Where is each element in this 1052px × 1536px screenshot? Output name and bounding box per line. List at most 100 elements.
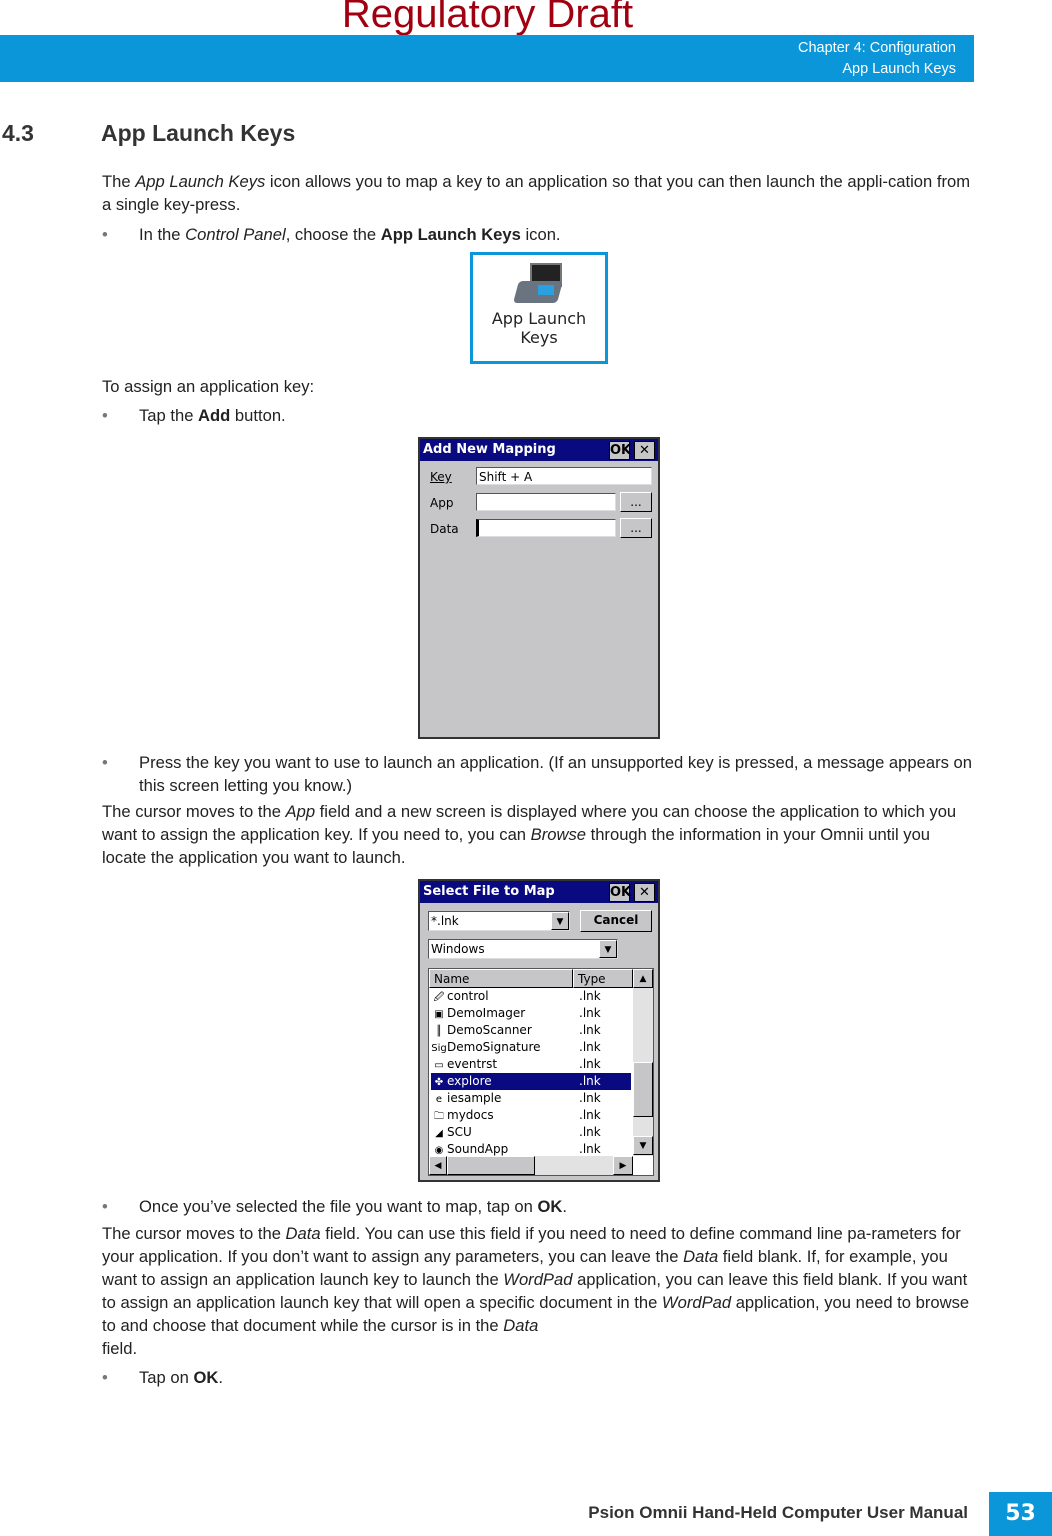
file-row[interactable]: SigDemoSignature .lnk: [431, 1039, 631, 1056]
hscroll-thumb[interactable]: [447, 1156, 535, 1175]
bullet: •: [102, 225, 108, 244]
text-segment: icon.: [520, 225, 561, 244]
file-row[interactable]: ▣ DemoImager .lnk: [431, 1005, 631, 1022]
text-segment: Tap the: [139, 406, 199, 425]
horizontal-scrollbar[interactable]: ◀ ▶: [429, 1156, 633, 1175]
emphasis-text: App: [285, 802, 316, 821]
column-header-type[interactable]: Type: [573, 969, 633, 988]
emphasis-text: Browse: [530, 825, 586, 844]
file-type: .lnk: [579, 1108, 601, 1122]
file-name: DemoImager: [447, 1006, 526, 1020]
filter-value: *.lnk: [431, 914, 459, 928]
ok-button[interactable]: OK: [609, 441, 631, 460]
file-row[interactable]: ▭ eventrst .lnk: [431, 1056, 631, 1073]
file-icon: 🖉: [433, 992, 445, 1003]
paragraph-intro: The App Launch Keys icon allows you to m…: [102, 170, 974, 216]
running-header: Chapter 4: Configuration App Launch Keys: [798, 38, 956, 80]
file-type: .lnk: [579, 989, 601, 1003]
scroll-right-icon[interactable]: ▶: [613, 1156, 633, 1175]
text-segment: Tap on: [139, 1368, 194, 1387]
filter-dropdown[interactable]: *.lnk ▼: [428, 911, 570, 931]
chevron-down-icon[interactable]: ▼: [599, 940, 617, 958]
key-label: Key: [430, 470, 452, 484]
icon-label-line1: App Launch: [491, 309, 587, 328]
scroll-left-icon[interactable]: ◀: [429, 1156, 447, 1175]
file-icon: Sig: [431, 1043, 447, 1054]
file-icon: e: [435, 1094, 443, 1105]
paragraph-data-field: The cursor moves to the Data field. You …: [102, 1222, 974, 1360]
folder-dropdown[interactable]: Windows ▼: [428, 939, 618, 959]
close-icon[interactable]: ✕: [634, 883, 655, 902]
file-name: SoundApp: [447, 1142, 509, 1156]
folder-value: Windows: [431, 942, 485, 956]
header-section: App Launch Keys: [842, 61, 956, 77]
emphasis-text: Data: [683, 1247, 719, 1266]
paragraph-cursor-app: The cursor moves to the App field and a …: [102, 800, 974, 869]
bullet-text: Press the key you want to use to launch …: [139, 753, 972, 795]
bullet: •: [102, 406, 108, 425]
ok-button[interactable]: OK: [609, 883, 631, 902]
file-name: DemoScanner: [447, 1023, 532, 1037]
scroll-up-icon[interactable]: ▲: [633, 969, 653, 988]
file-row[interactable]: ◢ SCU .lnk: [431, 1124, 631, 1141]
column-header-name[interactable]: Name: [429, 969, 573, 988]
app-launch-keys-icon-box[interactable]: App Launch Keys: [470, 252, 608, 364]
chevron-down-icon[interactable]: ▼: [551, 912, 569, 930]
text-segment: field.: [102, 1339, 138, 1358]
file-row[interactable]: ║ DemoScanner .lnk: [431, 1022, 631, 1039]
emphasis-text: Add: [198, 406, 231, 425]
app-field[interactable]: [476, 493, 616, 511]
scroll-thumb[interactable]: [633, 1062, 653, 1117]
text-segment: Once you’ve selected the file you want t…: [139, 1197, 538, 1216]
file-icon: ║: [435, 1026, 443, 1037]
file-row[interactable]: 🖉 control .lnk: [431, 988, 631, 1005]
file-type: .lnk: [579, 1091, 601, 1105]
select-file-dialog: Select File to Map OK ✕ *.lnk ▼ Cancel Wi…: [418, 879, 660, 1182]
file-name: DemoSignature: [447, 1040, 541, 1054]
bullet-tap-add: • Tap the Add button.: [102, 404, 974, 427]
file-name: control: [447, 989, 489, 1003]
text-segment: The: [102, 172, 136, 191]
text-segment: In the: [139, 225, 186, 244]
bullet-tap-ok-file: • Once you’ve selected the file you want …: [102, 1195, 974, 1218]
data-browse-button[interactable]: ...: [620, 518, 652, 538]
dialog-titlebar: Add New Mapping OK ✕: [420, 439, 658, 461]
bullet-control-panel: • In the Control Panel, choose the App La…: [102, 223, 974, 246]
footer-title: Psion Omnii Hand-Held Computer User Manu…: [588, 1503, 968, 1522]
regulatory-draft-watermark: Regulatory Draft: [341, 0, 634, 36]
key-field[interactable]: Shift + A: [476, 467, 652, 485]
emphasis-text: Data: [285, 1224, 321, 1243]
file-row[interactable]: e iesample .lnk: [431, 1090, 631, 1107]
close-icon[interactable]: ✕: [634, 441, 655, 460]
dialog-title: Select File to Map: [423, 884, 555, 899]
emphasis-text: OK: [193, 1368, 219, 1387]
file-name: SCU: [447, 1125, 472, 1139]
bullet: •: [102, 1197, 108, 1216]
file-name: iesample: [447, 1091, 502, 1105]
keyboard-icon: [513, 263, 563, 307]
file-type: .lnk: [579, 1023, 601, 1037]
data-field[interactable]: [476, 519, 616, 537]
data-label: Data: [430, 522, 459, 536]
text-segment: button.: [230, 406, 286, 425]
file-icon: ▣: [434, 1009, 444, 1020]
file-icon: ✤: [434, 1077, 444, 1088]
bullet-press-key: • Press the key you want to use to launch…: [102, 751, 974, 797]
file-type: .lnk: [579, 1074, 601, 1088]
vertical-scrollbar[interactable]: ▲ ▼: [633, 969, 653, 1156]
cancel-button[interactable]: Cancel: [580, 910, 652, 932]
file-row[interactable]: 🗀 mydocs .lnk: [431, 1107, 631, 1124]
file-rows: 🖉 control .lnk ▣ DemoImager .lnk ║ DemoScanner.…: [429, 988, 633, 1156]
file-row[interactable]: ✤ explore .lnk: [431, 1073, 631, 1090]
scroll-down-icon[interactable]: ▼: [633, 1136, 653, 1155]
text-segment: The cursor moves to the: [102, 802, 286, 821]
icon-label-line2: Keys: [520, 328, 558, 347]
emphasis-text: Data: [503, 1316, 539, 1335]
file-type: .lnk: [579, 1006, 601, 1020]
file-name: mydocs: [447, 1108, 494, 1122]
app-browse-button[interactable]: ...: [620, 492, 652, 512]
emphasis-text: WordPad: [503, 1270, 573, 1289]
emphasis-text: WordPad: [661, 1293, 732, 1312]
file-icon: ▭: [434, 1060, 444, 1071]
bullet-tap-ok: • Tap on OK.: [102, 1366, 974, 1389]
